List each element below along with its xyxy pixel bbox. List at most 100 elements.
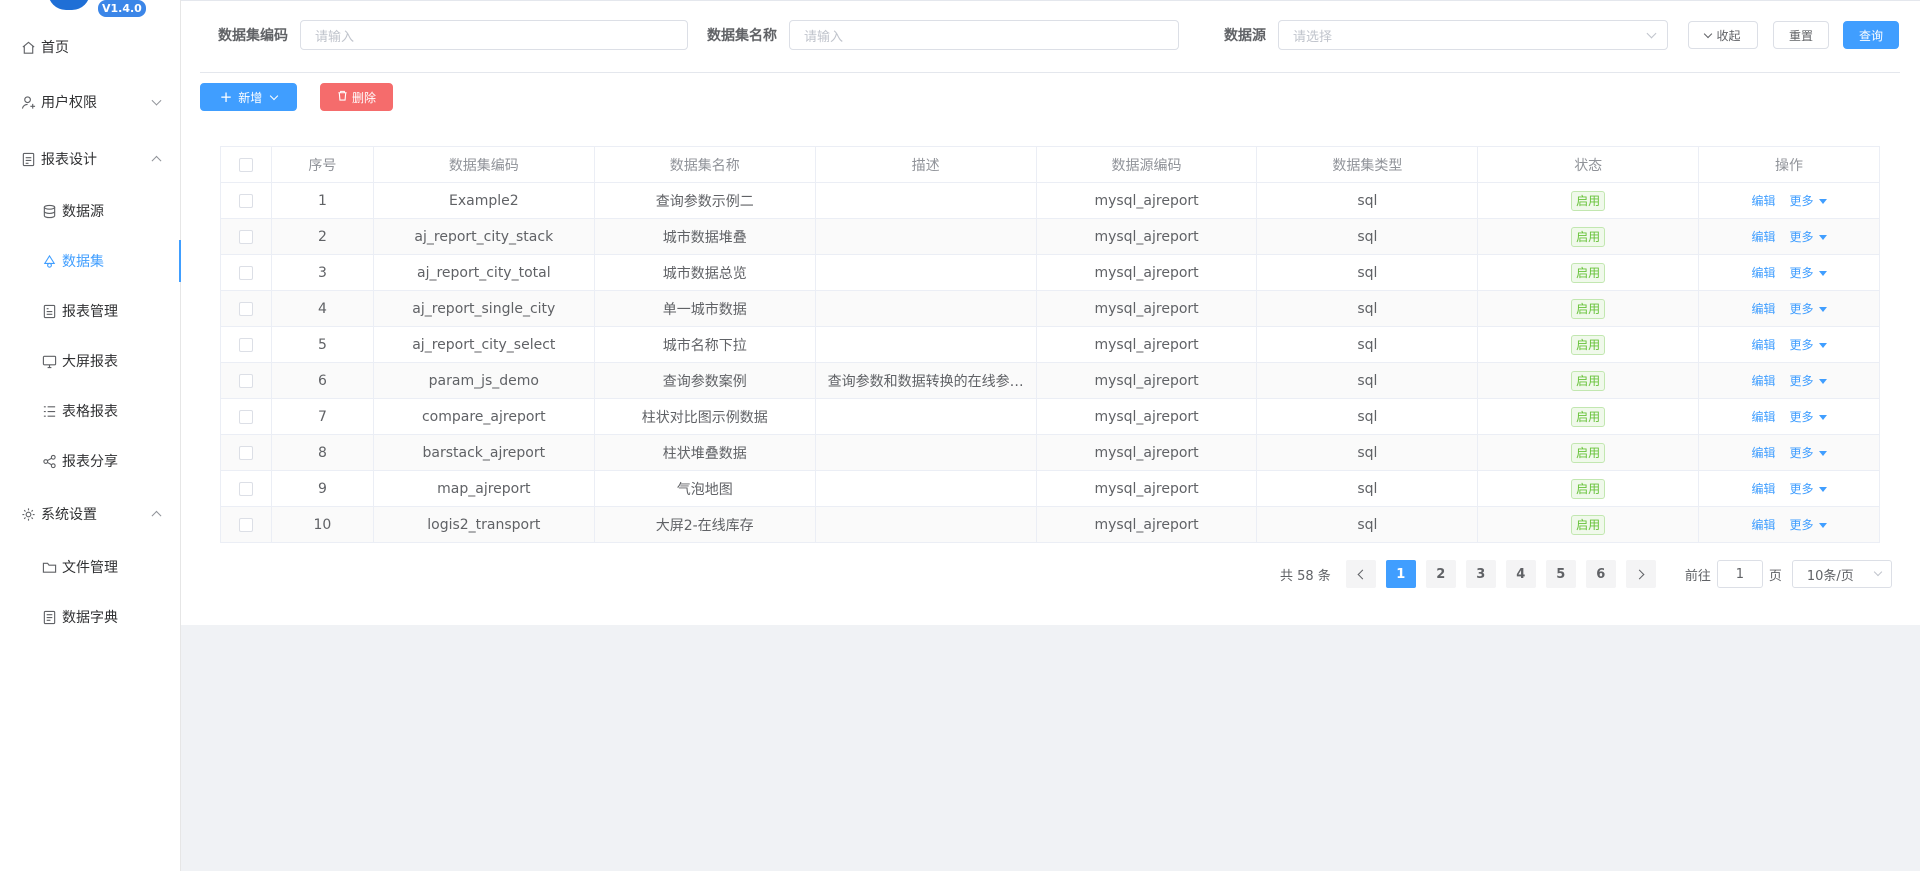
table-row: 5 aj_report_city_select 城市名称下拉 mysql_ajrepo… xyxy=(220,326,1880,363)
row-checkbox[interactable] xyxy=(238,265,253,280)
sidebar-item-home[interactable]: 首页 xyxy=(0,26,181,68)
edit-link[interactable]: 编辑 xyxy=(1752,266,1776,280)
row-checkbox[interactable] xyxy=(238,301,253,316)
reset-button[interactable]: 重置 xyxy=(1773,21,1829,49)
page-button-1[interactable]: 1 xyxy=(1385,560,1416,588)
version-badge: V1.4.0 xyxy=(98,0,146,17)
sidebar-item-system-settings[interactable]: 系统设置 xyxy=(0,493,181,535)
cell-source: mysql_ajreport xyxy=(1035,506,1258,543)
dataset-code-input[interactable]: 请输入 xyxy=(300,20,688,50)
dataset-name-input[interactable]: 请输入 xyxy=(789,20,1179,50)
more-dropdown[interactable]: 更多 xyxy=(1790,374,1827,388)
row-checkbox[interactable] xyxy=(238,337,253,352)
sidebar-item-label: 报表设计 xyxy=(41,152,97,168)
column-header: 状态 xyxy=(1477,146,1700,183)
row-select-cell xyxy=(220,506,272,543)
edit-link[interactable]: 编辑 xyxy=(1752,302,1776,316)
row-select-cell xyxy=(220,326,272,363)
sidebar-item-label: 首页 xyxy=(41,40,69,56)
page-button-2[interactable]: 2 xyxy=(1425,560,1456,588)
sidebar-item-table-report[interactable]: 表格报表 xyxy=(0,390,181,432)
cell-no: 2 xyxy=(270,218,374,255)
cell-actions: 编辑 更多 xyxy=(1698,326,1880,363)
cell-no: 8 xyxy=(270,434,374,471)
edit-link[interactable]: 编辑 xyxy=(1752,374,1776,388)
cell-type: sql xyxy=(1256,398,1479,435)
delete-button[interactable]: 删除 xyxy=(320,83,393,111)
more-dropdown[interactable]: 更多 xyxy=(1790,482,1827,496)
page-button-3[interactable]: 3 xyxy=(1465,560,1496,588)
query-button[interactable]: 查询 xyxy=(1843,21,1899,49)
row-checkbox[interactable] xyxy=(238,445,253,460)
chevron-down-icon xyxy=(1704,29,1713,38)
cell-status: 启用 xyxy=(1477,506,1700,543)
cell-desc xyxy=(814,182,1037,219)
report-design-icon xyxy=(20,151,36,167)
edit-link[interactable]: 编辑 xyxy=(1752,410,1776,424)
row-select-cell xyxy=(220,182,272,219)
datasource-select[interactable]: 请选择 xyxy=(1278,20,1668,50)
cell-type: sql xyxy=(1256,326,1479,363)
cell-status: 启用 xyxy=(1477,398,1700,435)
row-checkbox[interactable] xyxy=(238,229,253,244)
row-checkbox[interactable] xyxy=(238,517,253,532)
cell-desc xyxy=(814,326,1037,363)
edit-link[interactable]: 编辑 xyxy=(1752,446,1776,460)
collapse-button[interactable]: 收起 xyxy=(1688,21,1758,49)
row-checkbox[interactable] xyxy=(238,481,253,496)
cell-desc xyxy=(814,290,1037,327)
prev-page-button[interactable] xyxy=(1345,560,1376,588)
cell-status: 启用 xyxy=(1477,254,1700,291)
sidebar-item-report-manage[interactable]: 报表管理 xyxy=(0,290,181,332)
sidebar-item-data-dictionary[interactable]: 数据字典 xyxy=(0,596,181,638)
more-dropdown[interactable]: 更多 xyxy=(1790,518,1827,532)
cell-status: 启用 xyxy=(1477,182,1700,219)
status-badge: 启用 xyxy=(1571,226,1606,247)
table-row: 3 aj_report_city_total 城市数据总览 mysql_ajrepor… xyxy=(220,254,1880,291)
more-dropdown[interactable]: 更多 xyxy=(1790,446,1827,460)
cell-no: 7 xyxy=(270,398,374,435)
more-dropdown[interactable]: 更多 xyxy=(1790,230,1827,244)
sidebar-item-datasource[interactable]: 数据源 xyxy=(0,190,181,232)
sidebar-item-big-screen[interactable]: 大屏报表 xyxy=(0,340,181,382)
dataset-table: 序号 数据集编码 数据集名称 描述 数据源编码 数据集类型 状态 操作 1 Exa… xyxy=(220,146,1880,543)
row-checkbox[interactable] xyxy=(238,193,253,208)
column-header: 描述 xyxy=(814,146,1037,183)
sidebar-item-file-manage[interactable]: 文件管理 xyxy=(0,546,181,588)
page-button-6[interactable]: 6 xyxy=(1585,560,1616,588)
edit-link[interactable]: 编辑 xyxy=(1752,338,1776,352)
page-size-select[interactable]: 10条/页 xyxy=(1791,560,1892,588)
edit-link[interactable]: 编辑 xyxy=(1752,518,1776,532)
search-name-group: 数据集名称 请输入 xyxy=(707,20,1179,50)
more-dropdown[interactable]: 更多 xyxy=(1790,194,1827,208)
caret-down-icon xyxy=(1818,487,1827,492)
more-dropdown[interactable]: 更多 xyxy=(1790,410,1827,424)
more-dropdown[interactable]: 更多 xyxy=(1790,338,1827,352)
sidebar-item-user-permission[interactable]: 用户权限 xyxy=(0,81,181,123)
folder-icon xyxy=(41,559,57,575)
sidebar-item-report-share[interactable]: 报表分享 xyxy=(0,440,181,482)
edit-link[interactable]: 编辑 xyxy=(1752,230,1776,244)
edit-link[interactable]: 编辑 xyxy=(1752,194,1776,208)
edit-link[interactable]: 编辑 xyxy=(1752,482,1776,496)
cell-source: mysql_ajreport xyxy=(1035,254,1258,291)
caret-down-icon xyxy=(1818,271,1827,276)
add-button[interactable]: + 新增 xyxy=(200,83,297,111)
sidebar-item-report-design[interactable]: 报表设计 xyxy=(0,138,181,180)
page-button-5[interactable]: 5 xyxy=(1545,560,1576,588)
goto-page-input[interactable]: 1 xyxy=(1716,560,1763,588)
chevron-down-icon xyxy=(151,95,162,106)
more-dropdown[interactable]: 更多 xyxy=(1790,302,1827,316)
row-checkbox[interactable] xyxy=(238,409,253,424)
chevron-up-icon xyxy=(151,155,162,166)
sidebar-item-dataset[interactable]: 数据集 xyxy=(0,240,182,282)
cell-status: 启用 xyxy=(1477,434,1700,471)
page-button-4[interactable]: 4 xyxy=(1505,560,1536,588)
dictionary-icon xyxy=(41,609,57,625)
row-checkbox[interactable] xyxy=(238,373,253,388)
more-dropdown[interactable]: 更多 xyxy=(1790,266,1827,280)
cell-source: mysql_ajreport xyxy=(1035,398,1258,435)
next-page-button[interactable] xyxy=(1625,560,1656,588)
header-divider xyxy=(181,0,1920,1)
select-all-checkbox[interactable] xyxy=(238,157,253,172)
